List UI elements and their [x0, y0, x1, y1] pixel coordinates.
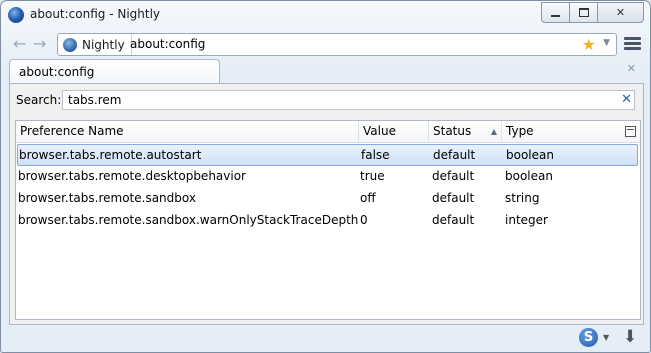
url-text[interactable]: about:config [130, 37, 205, 51]
search-label: Search: [16, 93, 62, 107]
pref-name: browser.tabs.remote.desktopbehavior [18, 169, 246, 183]
tab-strip: about:config ✕ [1, 59, 650, 84]
pref-value: false [361, 148, 390, 162]
sync-addon-icon[interactable]: S [579, 328, 598, 347]
table-row[interactable]: browser.tabs.remote.sandbox.warnOnlyStac… [16, 210, 640, 232]
pref-status: default [433, 148, 476, 162]
close-window-button[interactable]: ✕ [597, 2, 644, 23]
table-row[interactable]: browser.tabs.remote.desktopbehavior true… [16, 166, 640, 188]
navigation-bar: ← → Nightly about:config ★ ▼ [1, 29, 650, 59]
close-icon: ✕ [615, 6, 626, 19]
sort-ascending-icon: ▲ [490, 127, 497, 136]
forward-button[interactable]: → [33, 36, 46, 52]
close-tab-icon[interactable]: ✕ [627, 62, 636, 75]
tab-label: about:config [19, 65, 95, 79]
maximize-icon [578, 8, 589, 17]
pref-value: off [360, 191, 376, 205]
browser-window: about:config - Nightly ✕ ← → Nightly abo… [0, 0, 651, 353]
history-dropmarker-icon[interactable]: ▼ [603, 38, 610, 48]
addon-bar: S ▼ ⬇ [1, 324, 650, 352]
window-controls: ✕ [541, 2, 644, 23]
hamburger-icon [624, 37, 641, 40]
pref-name: browser.tabs.remote.autostart [19, 148, 202, 162]
pref-status: default [432, 213, 475, 227]
identity-label: Nightly [82, 37, 125, 52]
table-row[interactable]: browser.tabs.remote.sandbox off default … [16, 188, 640, 210]
column-picker-icon[interactable] [625, 126, 636, 137]
table-header: Preference Name Value Status ▲ Type [16, 121, 640, 143]
pref-type: boolean [505, 169, 553, 183]
download-icon[interactable]: ⬇ [623, 327, 637, 347]
globe-icon [63, 37, 77, 52]
pref-type: integer [505, 213, 548, 227]
url-bar[interactable]: Nightly about:config ★ ▼ [57, 33, 617, 56]
pref-type: string [505, 191, 540, 205]
minimize-button[interactable] [541, 2, 570, 23]
pref-value: 0 [360, 213, 368, 227]
tab-about-config[interactable]: about:config [9, 59, 220, 84]
column-status[interactable]: Status ▲ [429, 121, 502, 142]
search-row: Search: ✕ [10, 84, 643, 116]
pref-value: true [360, 169, 385, 183]
pref-name: browser.tabs.remote.sandbox [18, 191, 196, 205]
about-config-page: Search: ✕ Preference Name Value Status▲ … [9, 83, 644, 325]
column-type[interactable]: Type [502, 121, 640, 142]
back-arrow-icon: ← [13, 34, 27, 53]
search-input[interactable] [62, 90, 635, 110]
pref-type: boolean [506, 148, 554, 162]
title-bar[interactable]: about:config - Nightly ✕ [1, 1, 650, 29]
column-preference-name[interactable]: Preference Name [16, 121, 359, 142]
pref-name: browser.tabs.remote.sandbox.warnOnlyStac… [18, 213, 359, 227]
preferences-table[interactable]: Preference Name Value Status ▲ Type brows… [15, 120, 641, 320]
bookmark-star-icon[interactable]: ★ [582, 35, 596, 54]
maximize-button[interactable] [569, 2, 598, 23]
table-row[interactable]: browser.tabs.remote.autostart false defa… [17, 144, 638, 166]
pref-status: default [432, 191, 475, 205]
menu-button[interactable] [624, 37, 641, 52]
identity-box[interactable]: Nightly [58, 34, 132, 55]
clear-search-icon[interactable]: ✕ [621, 92, 632, 107]
nightly-logo-icon [8, 7, 24, 23]
window-title: about:config - Nightly [30, 7, 161, 21]
forward-arrow-icon: → [33, 34, 47, 53]
pref-status: default [432, 169, 475, 183]
back-button[interactable]: ← [13, 36, 26, 52]
addon-dropmarker-icon[interactable]: ▼ [603, 333, 609, 342]
minimize-icon [551, 14, 560, 17]
column-value[interactable]: Value [359, 121, 429, 142]
